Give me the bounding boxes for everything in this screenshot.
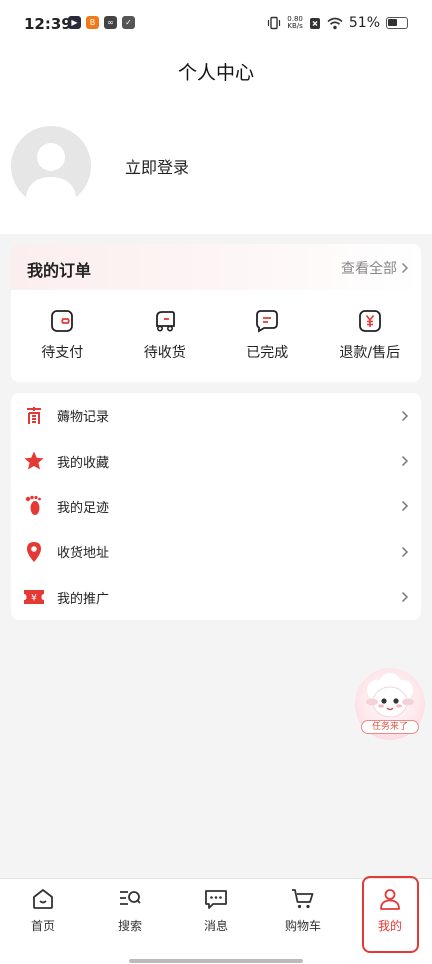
menu-item-footprints[interactable]: 我的足迹: [11, 484, 421, 529]
menu-item-address[interactable]: 收货地址: [11, 529, 421, 574]
menu-item-label: 薅物记录: [57, 410, 110, 426]
my-orders-header: 我的订单 查看全部: [11, 244, 421, 290]
status-time: 12:39: [24, 15, 72, 33]
task-badge-label: 任务来了: [361, 720, 419, 734]
network-speed-unit: KB/s: [287, 22, 303, 30]
network-speed: 0.80 KB/s: [287, 16, 303, 30]
status-indicators: 0.80 KB/s 51%: [267, 15, 408, 31]
menu-item-promotion[interactable]: ¥ 我的推广: [11, 575, 421, 620]
star-icon: [23, 450, 45, 472]
my-orders-title: 我的订单: [27, 261, 92, 280]
record-icon: [23, 405, 45, 427]
chevron-right-icon: [401, 592, 409, 603]
app-notification-icon: ✓: [122, 16, 135, 29]
tab-search-label: 搜索: [117, 919, 142, 933]
tab-profile[interactable]: 我的: [360, 887, 420, 934]
menu-item-label: 我的推广: [57, 591, 110, 607]
menu-list: 薅物记录 我的收藏 我的足迹 收货地址 ¥ 我的推广: [11, 393, 421, 620]
tab-home[interactable]: 首页: [13, 887, 73, 934]
order-pending-payment[interactable]: 待支付: [11, 308, 114, 362]
tab-messages[interactable]: 消息: [186, 887, 246, 934]
battery-icon: [386, 17, 408, 29]
tab-cart[interactable]: 购物车: [273, 887, 333, 934]
tab-profile-label: 我的: [377, 919, 402, 933]
menu-item-label: 我的足迹: [57, 500, 110, 516]
search-icon: [120, 891, 141, 905]
status-bar: 12:39 ▶ B ∞ ✓ 0.80 KB/s 51%: [0, 0, 432, 50]
chevron-right-icon: [401, 410, 409, 421]
tab-home-label: 首页: [30, 919, 55, 933]
order-pending-delivery-label: 待收货: [143, 345, 186, 361]
wallet-icon: [51, 310, 74, 332]
bottom-tab-bar: 首页 搜索 消息 购物车 我的: [0, 876, 432, 964]
view-all-orders-label: 查看全部: [341, 261, 397, 277]
tab-cart-label: 购物车: [284, 919, 321, 933]
my-orders-card: 我的订单 查看全部 待支付 待收货 已完成 退款/售后: [11, 244, 421, 382]
order-pending-payment-label: 待支付: [41, 345, 84, 361]
menu-item-label: 收货地址: [57, 546, 110, 562]
footprint-icon: [23, 495, 45, 517]
menu-item-favorites[interactable]: 我的收藏: [11, 438, 421, 483]
chevron-right-icon: [401, 501, 409, 512]
message-check-icon: [256, 310, 279, 333]
profile-icon: [380, 889, 400, 910]
battery-percent: 51%: [348, 15, 380, 31]
chevron-right-icon: [401, 262, 409, 274]
svg-text:¥: ¥: [31, 594, 37, 604]
chevron-right-icon: [401, 456, 409, 467]
message-icon: [205, 890, 227, 909]
cart-icon: [292, 889, 314, 909]
task-floating-badge[interactable]: 任务来了: [355, 668, 425, 740]
order-refund-after-sales[interactable]: 退款/售后: [319, 308, 422, 362]
profile-header: 个人中心 立即登录: [0, 50, 432, 234]
app-notification-icon: ∞: [104, 16, 117, 29]
view-all-orders-link[interactable]: 查看全部: [341, 258, 409, 278]
order-refund-label: 退款/售后: [339, 345, 401, 361]
avatar[interactable]: [11, 126, 91, 206]
location-pin-icon: [23, 541, 45, 563]
notification-icons: ▶ B ∞ ✓: [68, 16, 135, 29]
wifi-icon: [327, 17, 343, 29]
app-notification-icon: B: [86, 16, 99, 29]
order-completed-label: 已完成: [246, 345, 289, 361]
promotion-ticket-icon: ¥: [23, 586, 45, 608]
app-notification-icon: ▶: [68, 16, 81, 29]
order-pending-delivery[interactable]: 待收货: [114, 308, 217, 362]
menu-item-label: 我的收藏: [57, 455, 110, 471]
yen-refund-icon: [358, 310, 381, 332]
default-avatar-icon: [25, 143, 77, 206]
tab-messages-label: 消息: [203, 919, 228, 933]
home-icon: [33, 889, 53, 909]
tab-search[interactable]: 搜索: [100, 887, 160, 934]
gesture-home-indicator[interactable]: [129, 959, 303, 963]
order-completed[interactable]: 已完成: [216, 308, 319, 362]
page-title: 个人中心: [177, 62, 254, 84]
truck-icon: [155, 311, 175, 332]
no-sim-icon: [309, 17, 320, 29]
menu-item-records[interactable]: 薅物记录: [11, 393, 421, 438]
login-link[interactable]: 立即登录: [125, 154, 189, 178]
chevron-right-icon: [401, 546, 409, 557]
vibrate-icon: [268, 16, 281, 30]
